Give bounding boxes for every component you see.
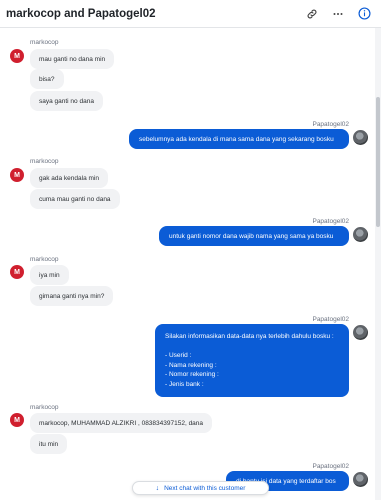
agent-avatar bbox=[353, 325, 368, 340]
next-chat-label: Next chat with this customer bbox=[164, 484, 246, 492]
message-line bbox=[165, 342, 339, 352]
message-bubble[interactable]: iya min bbox=[30, 265, 69, 285]
message-bubble[interactable]: sebelumnya ada kendala di mana sama dana… bbox=[129, 129, 349, 149]
message-line: - Nomor rekening : bbox=[165, 371, 219, 378]
agent-avatar bbox=[353, 227, 368, 242]
next-chat-button[interactable]: ↓ Next chat with this customer bbox=[132, 481, 269, 495]
message-line: - Jenis bank : bbox=[165, 380, 204, 388]
message-line: - Nama rekening : bbox=[165, 361, 217, 369]
sender-name: markocop bbox=[30, 39, 59, 46]
message-line: Silakan informasikan data-data nya terle… bbox=[165, 333, 334, 340]
message-bubble[interactable]: itu min bbox=[30, 434, 68, 454]
message-list[interactable]: markocop M mau ganti no dana min bisa? s… bbox=[0, 28, 381, 500]
avatar: M bbox=[10, 49, 24, 63]
agent-avatar bbox=[353, 472, 368, 487]
message-bubble[interactable]: gak ada kendala min bbox=[30, 168, 108, 188]
message-bubble[interactable]: gimana ganti nya min? bbox=[30, 286, 114, 306]
sender-name: Papatogel02 bbox=[312, 463, 349, 470]
sender-name: Papatogel02 bbox=[312, 218, 349, 225]
scrollbar-thumb[interactable] bbox=[376, 97, 380, 227]
message-bubble[interactable]: cuma mau ganti no dana bbox=[30, 189, 120, 209]
message-bubble[interactable]: mau ganti no dana min bbox=[30, 49, 115, 69]
message-bubble[interactable]: saya ganti no dana bbox=[30, 91, 103, 111]
sender-name: Papatogel02 bbox=[312, 121, 349, 128]
sender-name: markocop bbox=[30, 158, 59, 165]
message-bubble[interactable]: untuk ganti nomor dana wajib nama yang s… bbox=[159, 226, 349, 246]
message-bubble[interactable]: bisa? bbox=[30, 69, 64, 89]
link-icon[interactable] bbox=[303, 5, 321, 23]
more-icon[interactable] bbox=[329, 5, 347, 23]
conversation-title: markocop and Papatogel02 bbox=[6, 7, 156, 20]
sender-name: markocop bbox=[30, 404, 59, 411]
sender-name: Papatogel02 bbox=[312, 316, 349, 323]
avatar: M bbox=[10, 413, 24, 427]
avatar: M bbox=[10, 168, 24, 182]
message-line: - Userid : bbox=[165, 352, 192, 359]
chat-header: markocop and Papatogel02 bbox=[0, 0, 381, 28]
info-icon[interactable] bbox=[355, 5, 373, 23]
avatar: M bbox=[10, 265, 24, 279]
message-bubble[interactable]: markocop, MUHAMMAD ALZIKRI , 08383439715… bbox=[30, 413, 213, 433]
sender-name: markocop bbox=[30, 256, 59, 263]
message-bubble-multiline[interactable]: Silakan informasikan data-data nya terle… bbox=[155, 324, 349, 397]
agent-avatar bbox=[353, 130, 368, 145]
arrow-down-icon: ↓ bbox=[155, 484, 160, 492]
